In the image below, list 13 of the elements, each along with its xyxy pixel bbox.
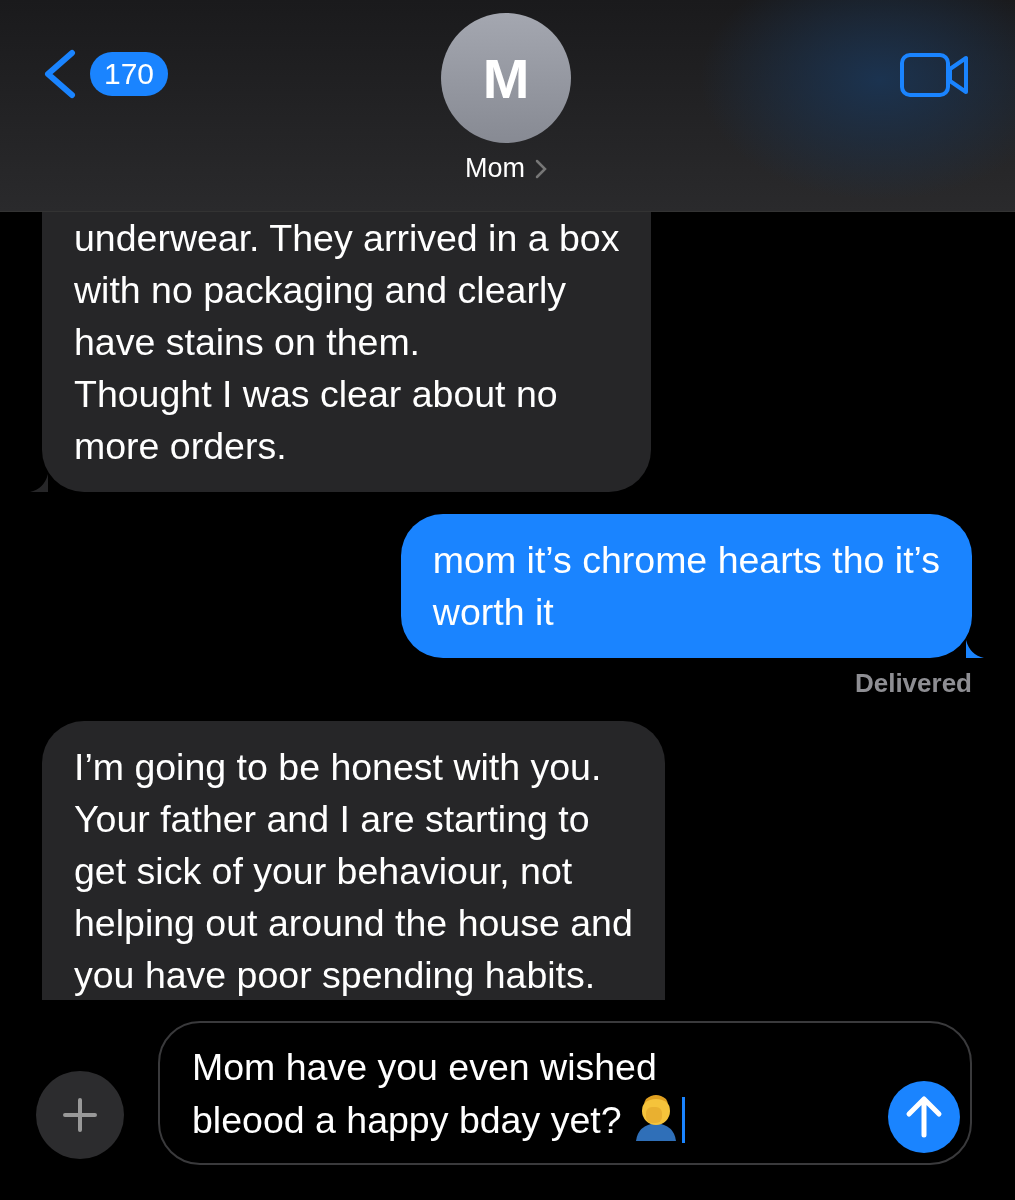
avatar-initial: M bbox=[482, 45, 530, 111]
video-call-icon[interactable] bbox=[900, 53, 970, 97]
message-field[interactable]: Mom have you even wished bleood a happy bday yet? bbox=[158, 1021, 972, 1165]
back-icon[interactable] bbox=[42, 49, 76, 99]
received-message: I’m going to be honest with you. Your father and I are starting to get sick of your behaviour, not helping out around the house and you have poor spending habits. bbox=[42, 721, 665, 1000]
arrow-up-icon bbox=[904, 1095, 944, 1139]
unread-count-badge[interactable]: 170 bbox=[90, 52, 169, 96]
bubble-tail bbox=[966, 640, 984, 658]
chevron-icon bbox=[535, 158, 547, 179]
plus-icon bbox=[62, 1097, 98, 1133]
delivery-status: Delivered bbox=[854, 668, 972, 699]
bubble-tail bbox=[30, 474, 48, 492]
contact-name[interactable]: Mom bbox=[465, 153, 547, 184]
